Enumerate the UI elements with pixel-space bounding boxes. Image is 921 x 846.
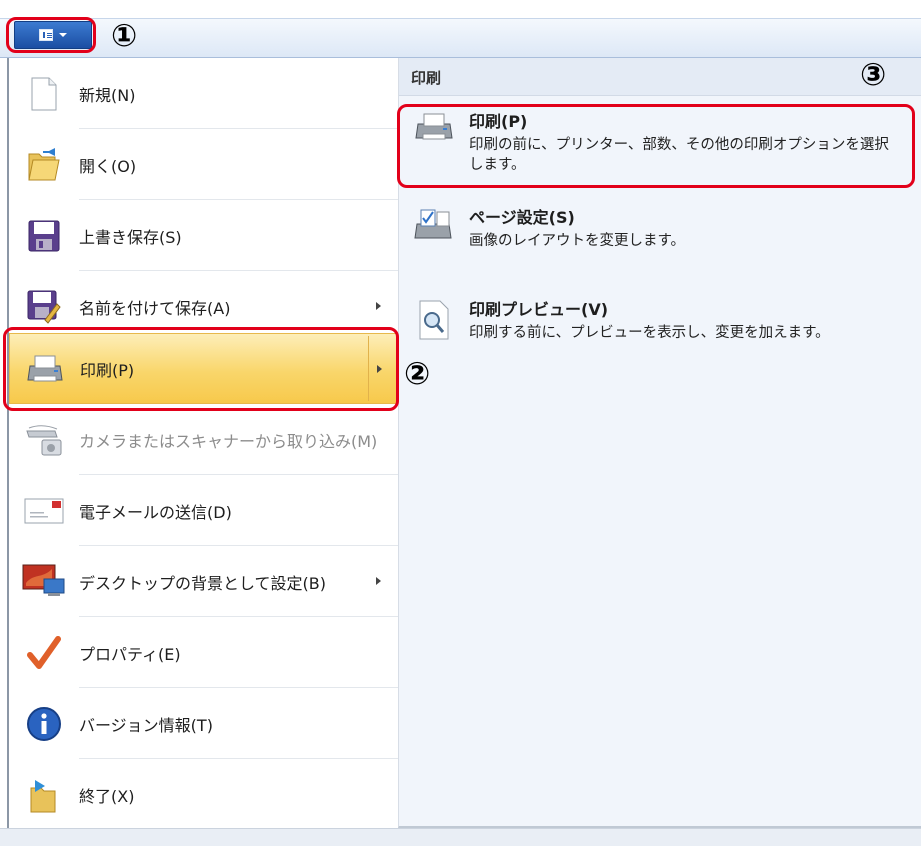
- print-preview-icon: [399, 294, 469, 356]
- menu-item-label: バージョン情報(T): [79, 715, 213, 735]
- split-divider: [368, 336, 369, 401]
- menu-footer: [0, 828, 921, 846]
- printer-icon: [399, 106, 469, 184]
- submenu-item-title: 印刷(P): [469, 112, 528, 131]
- menu-item-label: 上書き保存(S): [79, 227, 182, 247]
- save-disk-icon: [9, 220, 79, 252]
- open-folder-icon: [9, 146, 79, 184]
- page-setup-icon: [399, 202, 469, 264]
- submenu-item-print-preview[interactable]: 印刷プレビュー(V) 印刷する前に、プレビューを表示し、変更を加えます。: [399, 294, 921, 356]
- app-menu-button[interactable]: [14, 21, 92, 49]
- menu-item-about[interactable]: バージョン情報(T): [9, 688, 400, 759]
- submenu-item-title: ページ設定(S): [469, 208, 575, 227]
- chevron-right-icon: [377, 365, 382, 373]
- printer-icon: [10, 354, 80, 384]
- menu-item-save-as[interactable]: 名前を付けて保存(A): [9, 271, 400, 342]
- annotation-number-2: ②: [404, 356, 431, 392]
- scanner-camera-icon: [9, 423, 79, 457]
- submenu-item-page-setup[interactable]: ページ設定(S) 画像のレイアウトを変更します。: [399, 202, 921, 264]
- submenu-item-print[interactable]: 印刷(P) 印刷の前に、プリンター、部数、その他の印刷オプションを選択します。: [399, 106, 921, 184]
- email-envelope-icon: [9, 498, 79, 524]
- menu-item-label: 電子メールの送信(D): [79, 502, 232, 522]
- print-submenu-pane: 印刷 印刷(P) 印刷の前に、プリンター、部数、その他の印刷オプションを選択しま…: [398, 58, 921, 828]
- menu-item-import-camera-scanner[interactable]: カメラまたはスキャナーから取り込み(M): [9, 404, 400, 475]
- menu-item-new[interactable]: 新規(N): [9, 58, 400, 129]
- document-icon: [39, 29, 53, 41]
- chevron-down-icon: [59, 33, 67, 37]
- menu-item-send-email[interactable]: 電子メールの送信(D): [9, 475, 400, 546]
- submenu-item-desc: 印刷の前に、プリンター、部数、その他の印刷オプションを選択します。: [469, 137, 889, 173]
- menu-item-exit[interactable]: 終了(X): [9, 759, 400, 830]
- menu-item-save[interactable]: 上書き保存(S): [9, 200, 400, 271]
- menu-item-open[interactable]: 開く(O): [9, 129, 400, 200]
- new-document-icon: [9, 77, 79, 111]
- ribbon-bar: [0, 18, 921, 58]
- menu-item-label: 印刷(P): [80, 360, 135, 380]
- menu-item-label: カメラまたはスキャナーから取り込み(M): [79, 431, 378, 451]
- menu-item-label: デスクトップの背景として設定(B): [79, 573, 326, 593]
- submenu-item-title: 印刷プレビュー(V): [469, 300, 609, 319]
- exit-icon: [9, 776, 79, 814]
- menu-item-print[interactable]: 印刷(P): [9, 333, 400, 404]
- submenu-item-desc: 印刷する前に、プレビューを表示し、変更を加えます。: [469, 325, 830, 341]
- menu-item-label: 新規(N): [79, 85, 136, 105]
- file-menu: 新規(N) 開く(O) 上書き保存(S) 名前を付けて保存(A) 印刷(P) カ…: [7, 58, 400, 830]
- save-as-icon: [9, 290, 79, 324]
- menu-item-properties[interactable]: プロパティ(E): [9, 617, 400, 688]
- chevron-right-icon: [376, 302, 381, 310]
- checkmark-icon: [9, 635, 79, 670]
- menu-item-label: 名前を付けて保存(A): [79, 298, 231, 318]
- menu-item-label: プロパティ(E): [79, 644, 181, 664]
- menu-item-set-desktop-background[interactable]: デスクトップの背景として設定(B): [9, 546, 400, 617]
- pane-header: 印刷: [399, 58, 921, 96]
- submenu-item-desc: 画像のレイアウトを変更します。: [469, 233, 686, 249]
- menu-item-label: 開く(O): [79, 156, 137, 176]
- menu-item-label: 終了(X): [79, 786, 135, 806]
- desktop-monitor-icon: [9, 563, 79, 601]
- info-icon: [9, 706, 79, 742]
- chevron-right-icon: [376, 577, 381, 585]
- annotation-number-3: ③: [860, 57, 887, 93]
- annotation-number-1: ①: [111, 18, 138, 54]
